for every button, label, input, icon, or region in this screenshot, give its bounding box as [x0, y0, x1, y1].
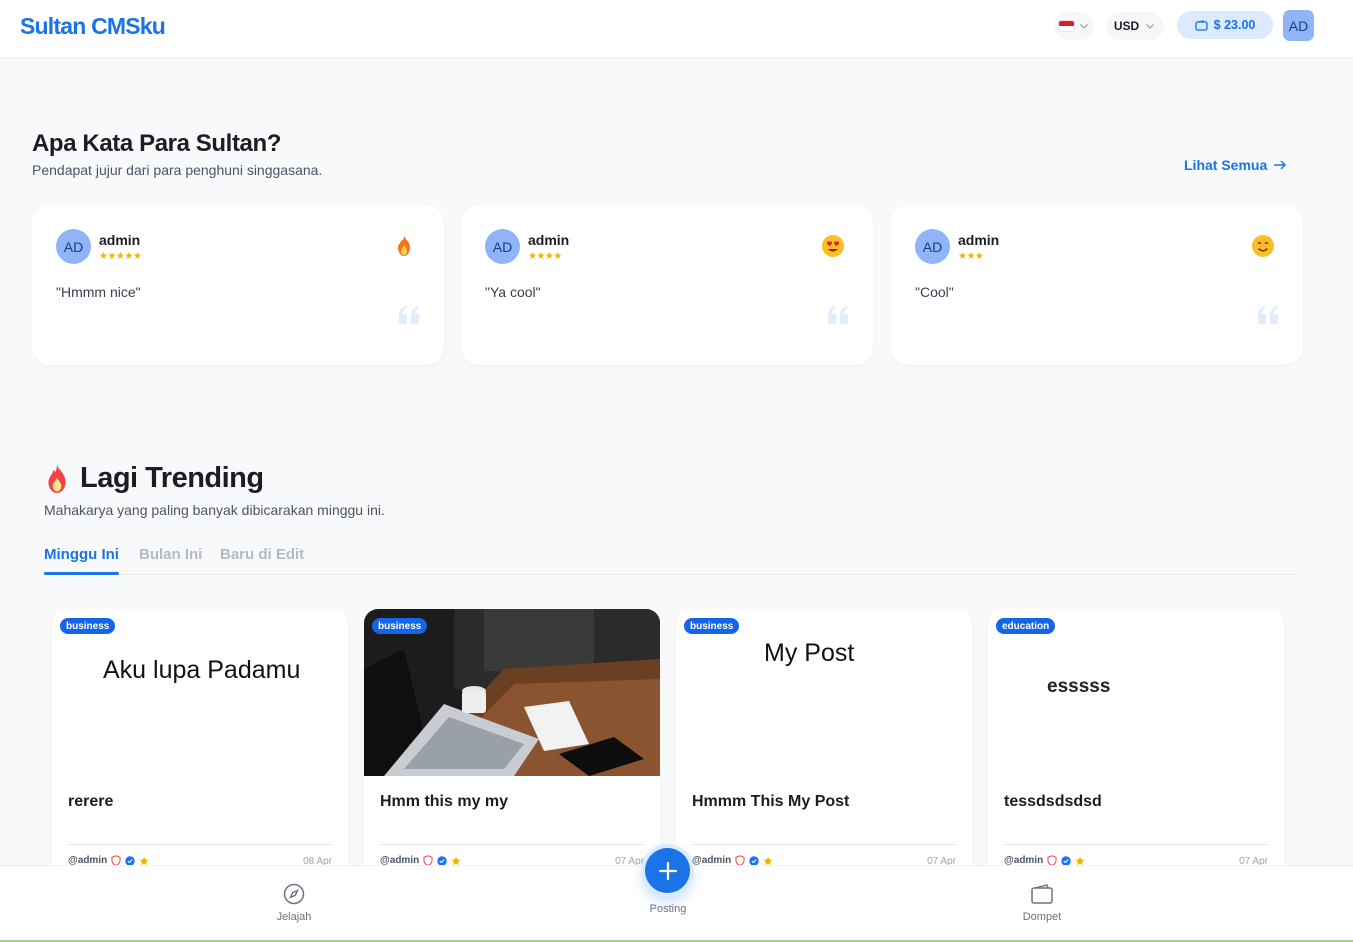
post-title: rerere	[68, 793, 114, 810]
fire-icon	[48, 464, 66, 493]
chevron-down-icon	[1079, 24, 1088, 29]
category-badge: business	[684, 618, 740, 634]
post-thumbnail: Aku lupa Padamu	[52, 609, 348, 776]
top-header: Sultan CMSku USD $ 23.00 AD	[0, 0, 1353, 58]
avatar: AD	[56, 229, 91, 264]
create-post-button[interactable]	[645, 848, 690, 893]
post-card[interactable]: business Aku lupa Padamu rerere @admin 0…	[52, 609, 348, 879]
trending-heading: Lagi Trending	[44, 462, 264, 495]
nav-wallet[interactable]: Dompet	[1002, 883, 1082, 923]
testimonial-quote: "Cool"	[915, 284, 954, 300]
category-badge: business	[372, 618, 428, 634]
quote-icon	[828, 306, 848, 324]
plus-icon	[658, 861, 677, 880]
trending-tabs: Minggu Ini Bulan Ini Baru di Edit	[44, 546, 1296, 575]
category-badge: education	[996, 618, 1056, 634]
post-thumbnail: My Post	[676, 609, 972, 776]
verified-badge-icon	[749, 855, 759, 866]
compass-icon	[283, 883, 305, 905]
star-rating: ★★★★	[528, 251, 562, 262]
testimonials-subtitle: Pendapat jujur dari para penghuni singga…	[32, 162, 323, 178]
thumbnail-text: My Post	[764, 639, 855, 667]
testimonial-quote: "Ya cool"	[485, 284, 541, 300]
balance-amount: $ 23.00	[1213, 18, 1256, 32]
nav-post-label: Posting	[649, 903, 687, 915]
quote-icon	[1258, 306, 1278, 324]
reviewer-name: admin	[958, 232, 1000, 248]
heart-eyes-emoji-icon	[822, 235, 844, 257]
user-avatar[interactable]: AD	[1283, 10, 1314, 41]
divider	[1004, 844, 1268, 845]
verified-badge-icon	[125, 855, 135, 866]
star-icon	[763, 856, 773, 865]
reviewer-name: admin	[528, 232, 570, 248]
post-title: Hmm this my my	[380, 793, 509, 810]
nav-explore[interactable]: Jelajah	[254, 883, 334, 923]
testimonials-title: Apa Kata Para Sultan?	[32, 130, 282, 157]
trending-title: Lagi Trending	[80, 462, 264, 494]
testimonial-card: AD admin ★★★★★ "Hmmm nice"	[32, 205, 444, 365]
currency-selector[interactable]: USD	[1106, 12, 1164, 40]
app-logo[interactable]: Sultan CMSku	[20, 13, 166, 40]
star-icon	[139, 856, 149, 865]
nav-explore-label: Jelajah	[276, 911, 312, 923]
post-thumbnail: esssss	[988, 609, 1284, 776]
star-icon	[1075, 856, 1085, 865]
currency-label: USD	[1113, 19, 1140, 33]
star-rating: ★★★★★	[99, 251, 142, 262]
fire-emoji-icon	[398, 236, 410, 256]
avatar: AD	[485, 229, 520, 264]
divider	[380, 844, 644, 845]
wallet-icon	[1031, 884, 1053, 904]
quote-icon	[399, 306, 419, 324]
trending-subtitle: Mahakarya yang paling banyak dibicarakan…	[44, 502, 385, 518]
star-rating: ★★★	[958, 251, 984, 262]
testimonial-card: AD admin ★★★★ "Ya cool"	[461, 205, 873, 365]
thumbnail-text: esssss	[1047, 676, 1111, 697]
category-badge: business	[60, 618, 116, 634]
arrow-right-icon	[1274, 160, 1287, 170]
post-card[interactable]: business Hmm this my my @admin 07 Apr	[364, 609, 660, 879]
laptop-desk-photo	[364, 609, 660, 776]
divider	[68, 844, 332, 845]
post-title: tessdsdsdsd	[1004, 793, 1102, 810]
star-icon	[451, 856, 461, 865]
see-all-label: Lihat Semua	[1184, 157, 1268, 173]
verified-badge-icon	[1061, 855, 1071, 866]
post-title: Hmmm This My Post	[692, 793, 850, 810]
tab-minggu-ini[interactable]: Minggu Ini	[44, 546, 119, 575]
avatar: AD	[915, 229, 950, 264]
language-selector[interactable]	[1054, 12, 1094, 40]
indonesia-flag-icon	[1058, 21, 1074, 31]
chevron-down-icon	[1146, 24, 1155, 29]
tab-baru-di-edit[interactable]: Baru di Edit	[220, 546, 304, 575]
verified-badge-icon	[437, 855, 447, 866]
see-all-link[interactable]: Lihat Semua	[1184, 157, 1287, 173]
testimonial-card: AD admin ★★★ "Cool"	[891, 205, 1303, 365]
wallet-balance-button[interactable]: $ 23.00	[1177, 11, 1273, 39]
smile-emoji-icon	[1252, 235, 1274, 257]
post-card[interactable]: business My Post Hmmm This My Post @admi…	[676, 609, 972, 879]
nav-wallet-label: Dompet	[1022, 911, 1062, 923]
post-card[interactable]: education esssss tessdsdsdsd @admin 07 A…	[988, 609, 1284, 879]
divider	[692, 844, 956, 845]
wallet-icon	[1194, 19, 1208, 31]
thumbnail-text: Aku lupa Padamu	[103, 656, 301, 684]
tab-bulan-ini[interactable]: Bulan Ini	[139, 546, 202, 575]
testimonial-quote: "Hmmm nice"	[56, 284, 141, 300]
reviewer-name: admin	[99, 232, 141, 248]
